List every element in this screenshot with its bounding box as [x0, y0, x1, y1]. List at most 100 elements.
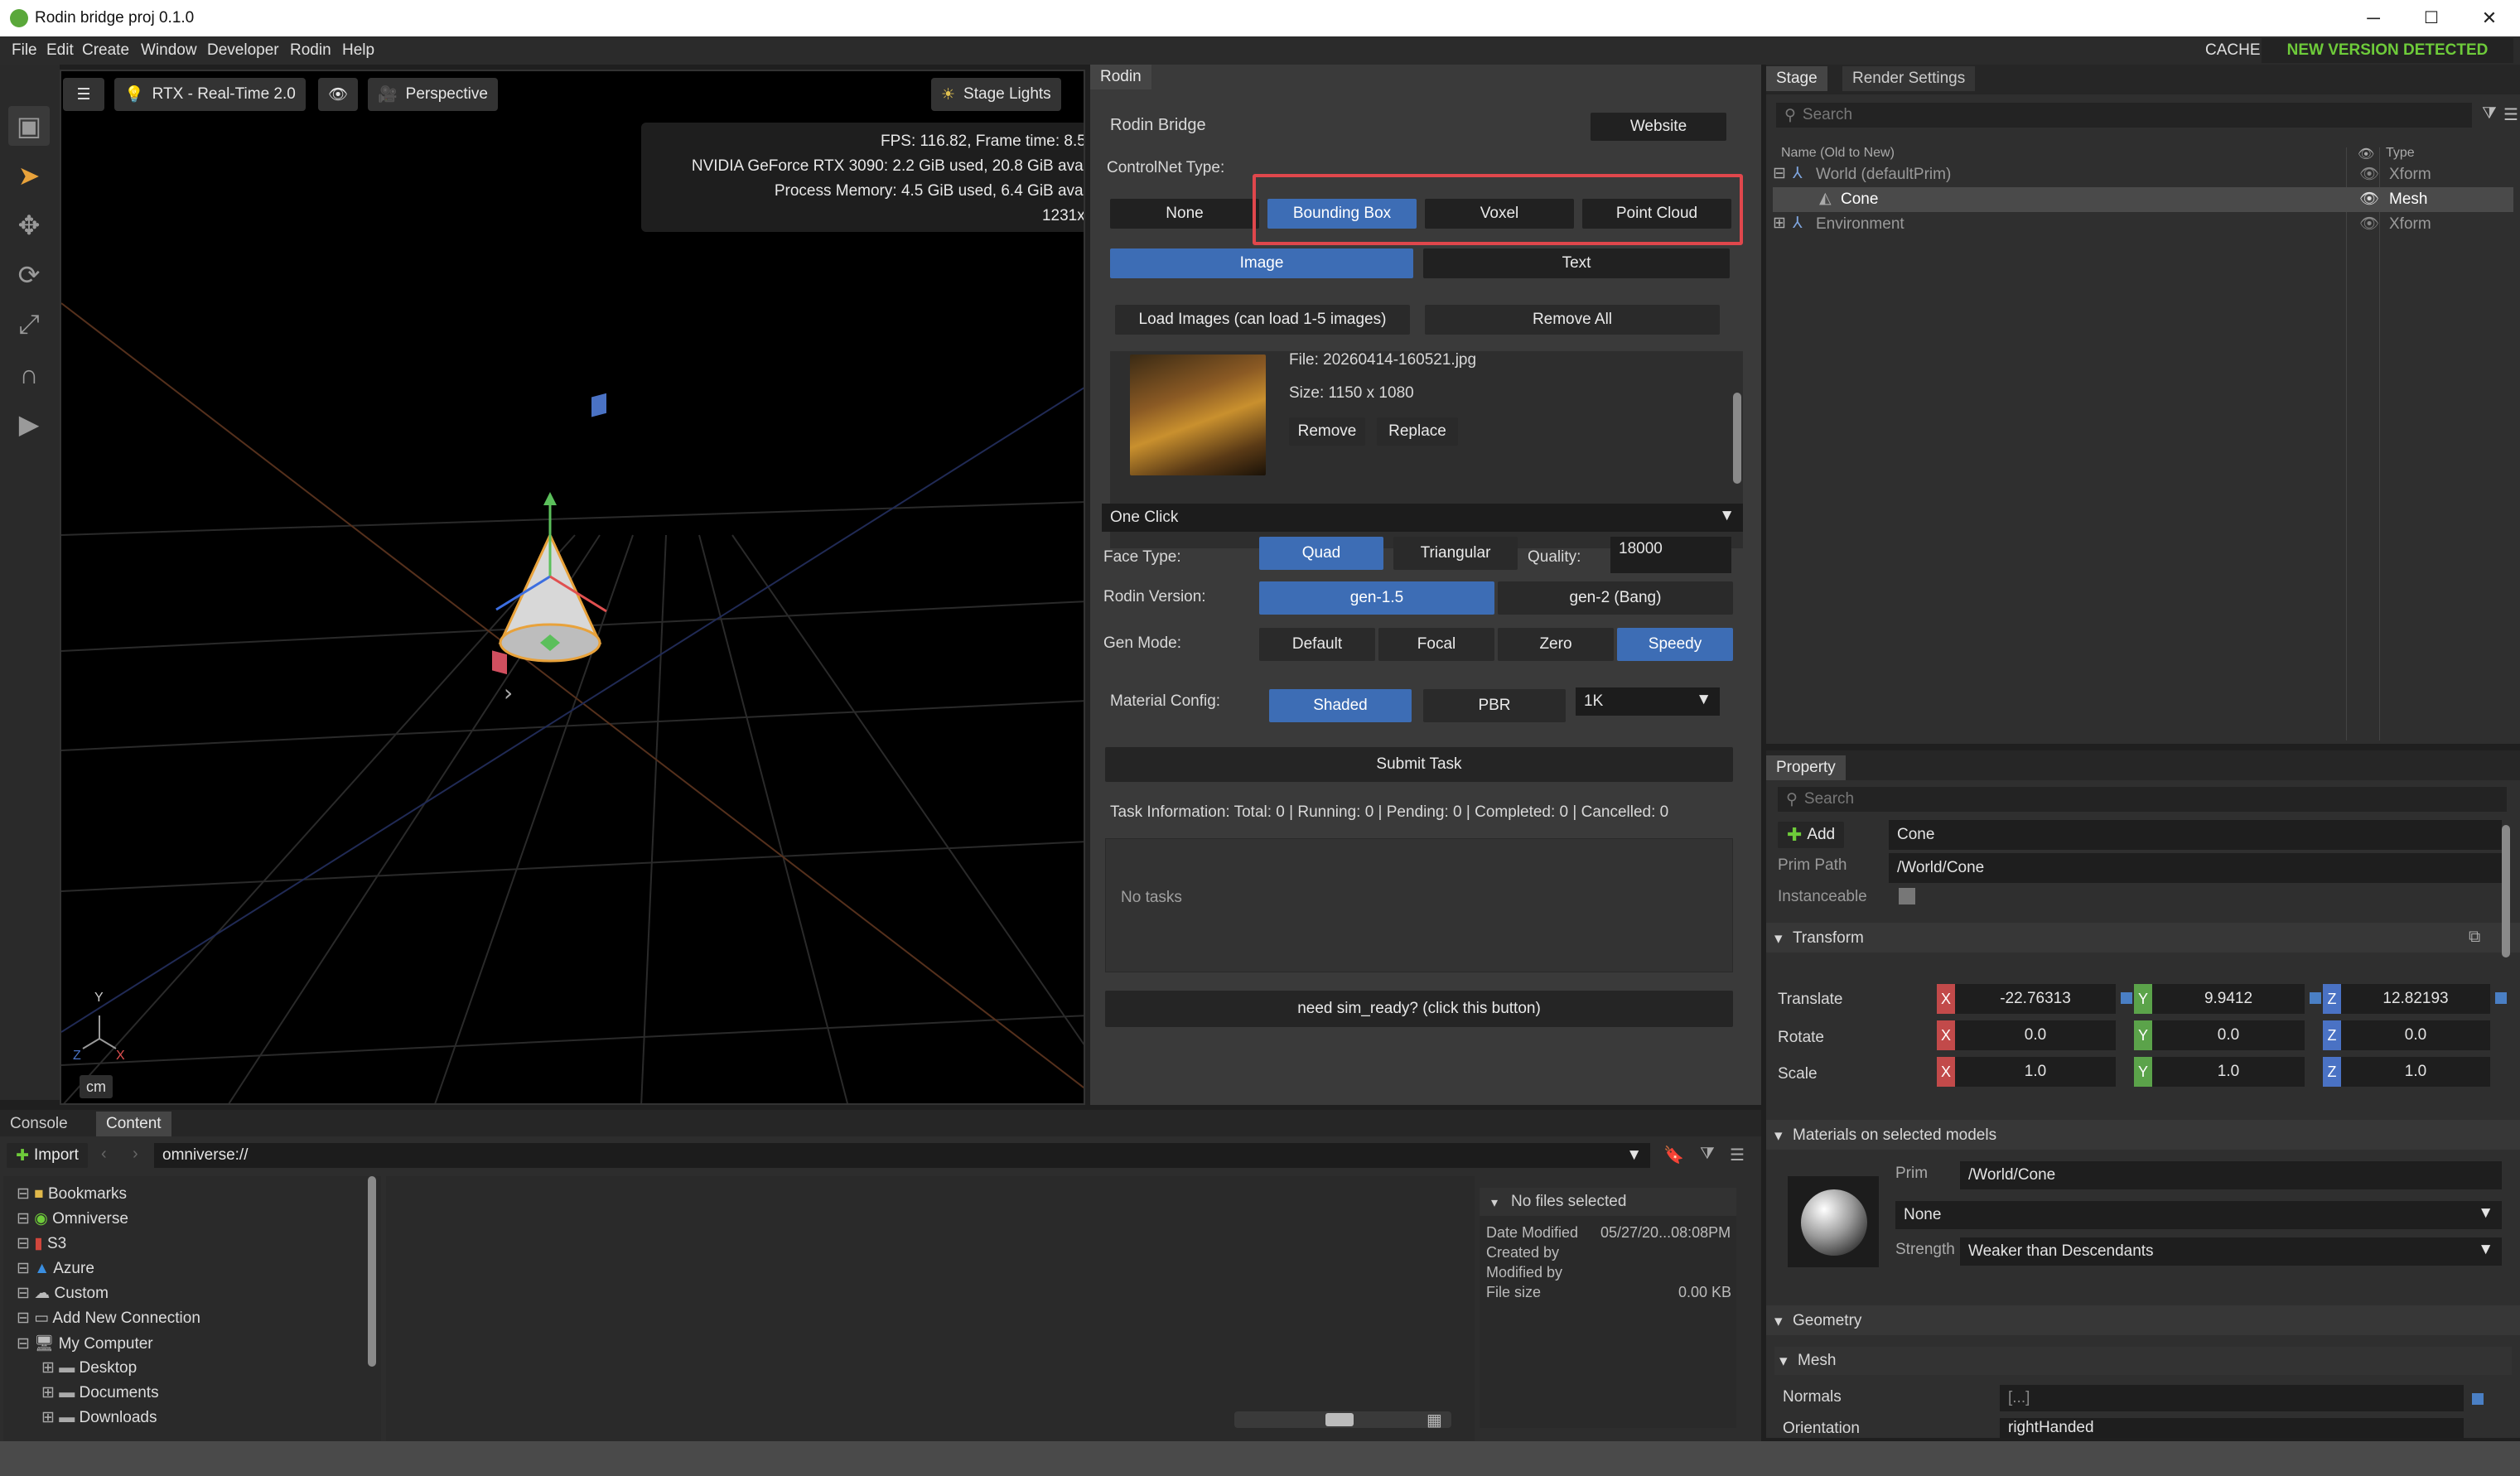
mesh-header[interactable]: ▾ Mesh: [1774, 1347, 2512, 1375]
scale-icon[interactable]: ⤢: [8, 305, 50, 345]
rotate-z-input[interactable]: 0.0: [2341, 1020, 2490, 1050]
eye-icon[interactable]: 👁: [2359, 189, 2379, 209]
keyframe-icon[interactable]: [2310, 992, 2321, 1004]
tree-item-my-computer[interactable]: ⊟ 🖥 My Computer: [17, 1334, 153, 1353]
transform-header[interactable]: ▾ Transform ⧉: [1766, 923, 2520, 953]
property-search-input[interactable]: ⚲ Search: [1778, 787, 2507, 812]
prim-path-input[interactable]: /World/Cone: [1889, 853, 2502, 883]
collapse-icon[interactable]: ⊟: [1773, 164, 1786, 183]
menu-window[interactable]: Window: [141, 41, 197, 60]
load-images-button[interactable]: Load Images (can load 1-5 images): [1115, 305, 1410, 335]
tree-item-omniverse[interactable]: ⊟ ◉ Omniverse: [17, 1209, 128, 1228]
menu-icon[interactable]: ☰: [2503, 104, 2518, 125]
viewport[interactable]: › Y Z X cm ☰ 💡 RTX - Real-Time 2.0 👁 🎥 P…: [60, 70, 1085, 1105]
path-input[interactable]: omniverse:// ▼: [154, 1143, 1650, 1168]
input-image-button[interactable]: Image: [1110, 248, 1413, 278]
import-button[interactable]: ✚ Import: [7, 1143, 88, 1168]
tab-render-settings[interactable]: Render Settings: [1842, 66, 1976, 91]
keyframe-icon[interactable]: [2472, 1393, 2484, 1405]
keyframe-icon[interactable]: [2495, 992, 2507, 1004]
material-pbr-button[interactable]: PBR: [1423, 689, 1566, 722]
replace-image-button[interactable]: Replace: [1377, 417, 1458, 446]
tree-item-documents[interactable]: ⊞ ▬ Documents: [41, 1383, 159, 1402]
prim-name-input[interactable]: Cone: [1889, 820, 2502, 850]
image-list-scrollbar[interactable]: [1733, 393, 1741, 484]
tab-property[interactable]: Property: [1766, 755, 1846, 780]
stage-lights-button[interactable]: ☀ Stage Lights: [931, 78, 1061, 111]
close-button[interactable]: ✕: [2460, 3, 2518, 33]
eye-icon[interactable]: 👁: [2359, 214, 2379, 234]
viewport-select-icon[interactable]: ▣: [8, 106, 50, 146]
menu-rodin[interactable]: Rodin: [290, 41, 331, 60]
rotate-x-input[interactable]: 0.0: [1955, 1020, 2116, 1050]
materials-header[interactable]: ▾ Materials on selected models: [1766, 1120, 2520, 1150]
move-icon[interactable]: ✥: [8, 205, 50, 245]
remove-image-button[interactable]: Remove: [1289, 417, 1365, 446]
transform-gizmo-icon[interactable]: ⧉: [2469, 928, 2480, 947]
tree-item-add-connection[interactable]: ⊟ ▭ Add New Connection: [17, 1309, 200, 1328]
rotate-icon[interactable]: ⟳: [8, 255, 50, 295]
face-quad-button[interactable]: Quad: [1259, 537, 1383, 570]
maximize-button[interactable]: ☐: [2402, 3, 2460, 33]
tree-item-custom[interactable]: ⊟ ☁ Custom: [17, 1284, 109, 1303]
add-button[interactable]: ✚ Add: [1778, 822, 1844, 848]
filter-icon[interactable]: ⧩: [1700, 1145, 1715, 1164]
tab-content[interactable]: Content: [96, 1112, 171, 1136]
zoom-slider[interactable]: [1234, 1411, 1451, 1428]
rotate-y-input[interactable]: 0.0: [2152, 1020, 2305, 1050]
viewport-settings-icon[interactable]: ☰: [63, 78, 104, 111]
back-icon[interactable]: ‹: [101, 1145, 107, 1164]
normals-value[interactable]: [...]: [2000, 1385, 2464, 1411]
translate-z-input[interactable]: 12.82193: [2341, 984, 2490, 1014]
zoom-slider-thumb[interactable]: [1325, 1413, 1354, 1426]
gen-mode-focal-button[interactable]: Focal: [1378, 628, 1494, 661]
tree-item-bookmarks[interactable]: ⊟ ■ Bookmarks: [17, 1184, 127, 1203]
controlnet-none-button[interactable]: None: [1110, 199, 1259, 229]
version-gen15-button[interactable]: gen-1.5: [1259, 581, 1494, 615]
grid-view-icon[interactable]: ▦: [1427, 1410, 1442, 1430]
sim-ready-button[interactable]: need sim_ready? (click this button): [1105, 991, 1733, 1027]
property-scrollbar[interactable]: [2502, 825, 2510, 957]
expand-icon[interactable]: ⊞: [1773, 214, 1786, 233]
camera-button[interactable]: 🎥 Perspective: [368, 78, 498, 111]
menu-create[interactable]: Create: [82, 41, 129, 60]
tree-item-desktop[interactable]: ⊞ ▬ Desktop: [41, 1358, 137, 1377]
material-prim-input[interactable]: /World/Cone: [1960, 1161, 2502, 1189]
unit-indicator[interactable]: cm: [80, 1075, 113, 1098]
instanceable-checkbox[interactable]: [1899, 888, 1915, 904]
tree-item-downloads[interactable]: ⊞ ▬ Downloads: [41, 1408, 157, 1427]
minimize-button[interactable]: ─: [2344, 3, 2402, 33]
scale-x-input[interactable]: 1.0: [1955, 1057, 2116, 1087]
eye-icon[interactable]: 👁: [2359, 164, 2379, 184]
gen-mode-zero-button[interactable]: Zero: [1498, 628, 1614, 661]
face-triangular-button[interactable]: Triangular: [1393, 537, 1518, 570]
column-name[interactable]: Name (Old to New): [1781, 146, 1895, 161]
forward-icon[interactable]: ›: [133, 1145, 138, 1164]
tree-item-s3[interactable]: ⊟ ▮ S3: [17, 1234, 66, 1253]
bookmark-icon[interactable]: 🔖: [1663, 1145, 1684, 1165]
stage-row-environment[interactable]: ⊞ ⅄ Environment 👁 Xform: [1773, 212, 2513, 237]
translate-y-input[interactable]: 9.9412: [2152, 984, 2305, 1014]
submit-task-button[interactable]: Submit Task: [1105, 747, 1733, 782]
version-gen2-button[interactable]: gen-2 (Bang): [1498, 581, 1733, 615]
stage-row-cone[interactable]: ◭ Cone 👁 Mesh: [1773, 187, 2513, 212]
input-text-button[interactable]: Text: [1423, 248, 1730, 278]
tree-scrollbar[interactable]: [368, 1176, 376, 1367]
filter-icon[interactable]: ⧩: [2482, 104, 2497, 123]
stage-row-world[interactable]: ⊟ ⅄ World (defaultPrim) 👁 Xform: [1773, 162, 2513, 187]
visibility-eye-icon[interactable]: 👁: [318, 78, 359, 111]
preset-dropdown[interactable]: One Click ▼: [1102, 504, 1743, 532]
strength-dropdown[interactable]: Weaker than Descendants ▼: [1960, 1237, 2502, 1266]
play-icon[interactable]: ▶: [8, 404, 50, 444]
material-dropdown[interactable]: None ▼: [1895, 1201, 2502, 1229]
stage-search-input[interactable]: ⚲ Search: [1776, 103, 2472, 128]
translate-x-input[interactable]: -22.76313: [1955, 984, 2116, 1014]
menu-developer[interactable]: Developer: [207, 41, 279, 60]
new-version-badge[interactable]: NEW VERSION DETECTED: [2262, 38, 2513, 63]
remove-all-button[interactable]: Remove All: [1425, 305, 1720, 335]
select-arrow-icon[interactable]: ➤: [8, 156, 50, 195]
material-shaded-button[interactable]: Shaded: [1269, 689, 1412, 722]
menu-help[interactable]: Help: [342, 41, 374, 60]
tree-item-azure[interactable]: ⊟ ▲ Azure: [17, 1259, 94, 1278]
tab-rodin[interactable]: Rodin: [1090, 65, 1151, 89]
